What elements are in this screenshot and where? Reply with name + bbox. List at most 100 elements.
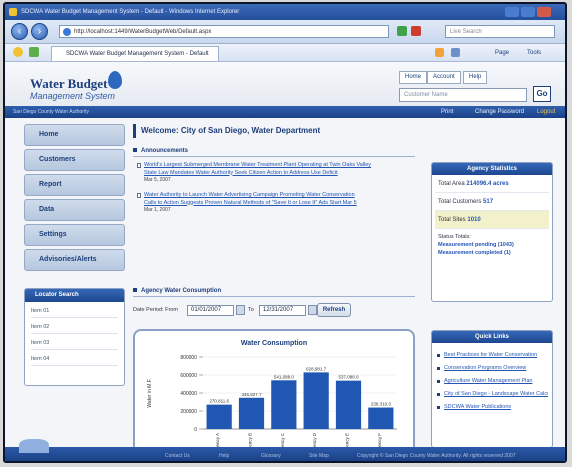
home-icon[interactable] — [435, 48, 444, 57]
chart-y-tick-label: 200000 — [180, 409, 197, 415]
footer-link-contact[interactable]: Contact Us — [165, 447, 190, 461]
announcement-link[interactable]: State Law Mandates Water Authority Seek … — [137, 170, 415, 178]
site-header: Water Budget Management System Home Acco… — [5, 62, 565, 106]
customer-search-input[interactable]: Customer Name — [399, 88, 527, 102]
site-footer: Contact Us Help Glossary Site Map Copyri… — [5, 439, 565, 461]
stat-total-area: Total Area 214096.4 acres — [435, 175, 549, 193]
announcements-title: Announcements — [141, 148, 189, 154]
water-drop-icon — [108, 71, 122, 89]
top-tab-help[interactable]: Help — [463, 71, 488, 84]
browser-search-input[interactable]: Live Search — [445, 25, 555, 38]
quick-link[interactable]: City of San Diego - Landscape Water Calc… — [436, 388, 548, 401]
logo-title: Water Budget — [30, 76, 108, 91]
print-link[interactable]: Print — [441, 106, 453, 118]
stop-icon[interactable] — [411, 26, 421, 36]
date-period-label: Date Period: From — [133, 307, 178, 313]
locator-item[interactable]: Item 04 — [31, 352, 118, 366]
footer-copyright: Copyright © San Diego County Water Autho… — [357, 453, 516, 459]
web-page: Water Budget Management System Home Acco… — [5, 62, 565, 461]
top-tab-home[interactable]: Home — [399, 71, 428, 84]
browser-tab[interactable]: SDCWA Water Budget Management System - D… — [51, 46, 219, 61]
status-completed[interactable]: Measurement completed (1) — [438, 249, 546, 257]
left-nav: Home Customers Report Data Settings Advi… — [24, 124, 125, 274]
chart-y-axis-label: Water in M.F. — [147, 378, 153, 407]
top-tab-account[interactable]: Account — [427, 71, 461, 84]
stat-value: 214096.4 acres — [466, 181, 509, 187]
chart-bar — [335, 380, 362, 429]
chart-data-label: 541,088.0 — [274, 374, 295, 379]
page-menu[interactable]: Page — [495, 47, 509, 59]
announcement-item: Water Authority to Launch Water Advertis… — [137, 192, 415, 214]
refresh-button[interactable]: Refresh — [317, 303, 351, 317]
change-password-link[interactable]: Change Password — [475, 106, 524, 118]
status-pending[interactable]: Measurement pending (1043) — [438, 241, 546, 249]
footer-link-glossary[interactable]: Glossary — [261, 447, 281, 461]
nav-item-advisories[interactable]: Advisories/Alerts — [24, 249, 125, 271]
status-totals-label: Status Totals: — [438, 234, 471, 240]
agency-statistics-panel: Agency Statistics Total Area 214096.4 ac… — [431, 162, 553, 302]
nav-item-settings[interactable]: Settings — [24, 224, 125, 246]
announcement-date: Mar 5, 2007 — [144, 177, 171, 183]
chart-bar — [206, 404, 232, 429]
status-totals: Status Totals: Measurement pending (1043… — [438, 233, 546, 257]
chart-y-tick-label: 400000 — [180, 391, 197, 397]
add-favorites-icon[interactable] — [29, 47, 39, 57]
quick-link[interactable]: Conservation Programs Overview — [436, 362, 548, 375]
stat-total-sites: Total Sites 1010 — [435, 211, 549, 229]
nav-item-customers[interactable]: Customers — [24, 149, 125, 171]
stat-label: Total Sites — [438, 217, 466, 223]
quick-link[interactable]: Agriculture Water Management Plan — [436, 375, 548, 388]
chart-data-label: 346,827.7 — [241, 392, 262, 397]
back-icon[interactable]: ‹ — [11, 23, 28, 40]
feeds-icon[interactable] — [451, 48, 460, 57]
chart-bar — [238, 397, 265, 429]
quick-links-title: Quick Links — [432, 331, 552, 343]
calendar-icon[interactable] — [308, 305, 317, 315]
address-bar-row: ‹ › http://localhost:1449/WaterBudgetWeb… — [5, 20, 565, 44]
locator-item[interactable]: Item 02 — [31, 320, 118, 334]
announcement-link[interactable]: Water Authority to Launch Water Advertis… — [137, 192, 415, 200]
quick-link[interactable]: Best Practices for Water Conservation — [436, 349, 548, 362]
minimize-button[interactable] — [505, 7, 519, 17]
site-toolbar: San Diego County Water Authority Print C… — [5, 106, 565, 118]
tools-menu[interactable]: Tools — [527, 47, 541, 59]
locator-item[interactable]: Item 03 — [31, 336, 118, 350]
stat-value: 1010 — [467, 217, 481, 223]
stat-value: 517 — [483, 199, 494, 205]
announcement-link[interactable]: World's Largest Submerged Membrane Water… — [137, 162, 415, 170]
stat-label: Total Customers — [438, 199, 482, 205]
section-bullet-icon — [133, 148, 137, 152]
locator-item[interactable]: Item 01 — [31, 304, 118, 318]
page-title: Welcome: City of San Diego, Water Depart… — [133, 124, 415, 138]
page-icon — [63, 28, 71, 36]
footer-link-help[interactable]: Help — [219, 447, 229, 461]
chart-bar — [303, 372, 329, 429]
locator-search-title: Locator Search — [25, 289, 124, 302]
announcement-link[interactable]: Calls to Action Suggests Proven Natural … — [137, 200, 415, 208]
footer-link-sitemap[interactable]: Site Map — [309, 447, 329, 461]
to-date-input[interactable]: 12/31/2007 — [259, 305, 306, 316]
from-date-input[interactable]: 01/01/2007 — [187, 305, 234, 316]
refresh-icon[interactable] — [397, 26, 407, 36]
logout-link[interactable]: Logout — [537, 106, 555, 118]
go-button[interactable]: Go — [533, 86, 551, 102]
nav-item-data[interactable]: Data — [24, 199, 125, 221]
agency-statistics-title: Agency Statistics — [432, 163, 552, 175]
calendar-icon[interactable] — [236, 305, 245, 315]
customer-search-placeholder: Customer Name — [404, 92, 448, 98]
breadcrumb: San Diego County Water Authority — [13, 109, 89, 115]
stat-total-customers: Total Customers 517 — [435, 193, 549, 211]
maximize-button[interactable] — [521, 7, 535, 17]
announcement-date: Mar 1, 2007 — [144, 207, 171, 213]
nav-item-home[interactable]: Home — [24, 124, 125, 146]
forward-icon[interactable]: › — [31, 23, 48, 40]
chart-bar — [368, 407, 394, 429]
nav-item-report[interactable]: Report — [24, 174, 125, 196]
url-field[interactable]: http://localhost:1449/WaterBudgetWeb/Def… — [59, 25, 389, 38]
quick-link[interactable]: SDCWA Water Publications — [436, 401, 548, 414]
close-button[interactable] — [537, 7, 551, 17]
stat-label: Total Area — [438, 181, 465, 187]
favorites-star-icon[interactable] — [13, 47, 23, 57]
browser-tab-label: SDCWA Water Budget Management System - D… — [66, 51, 209, 57]
chart-data-label: 628,981.7 — [306, 366, 327, 371]
